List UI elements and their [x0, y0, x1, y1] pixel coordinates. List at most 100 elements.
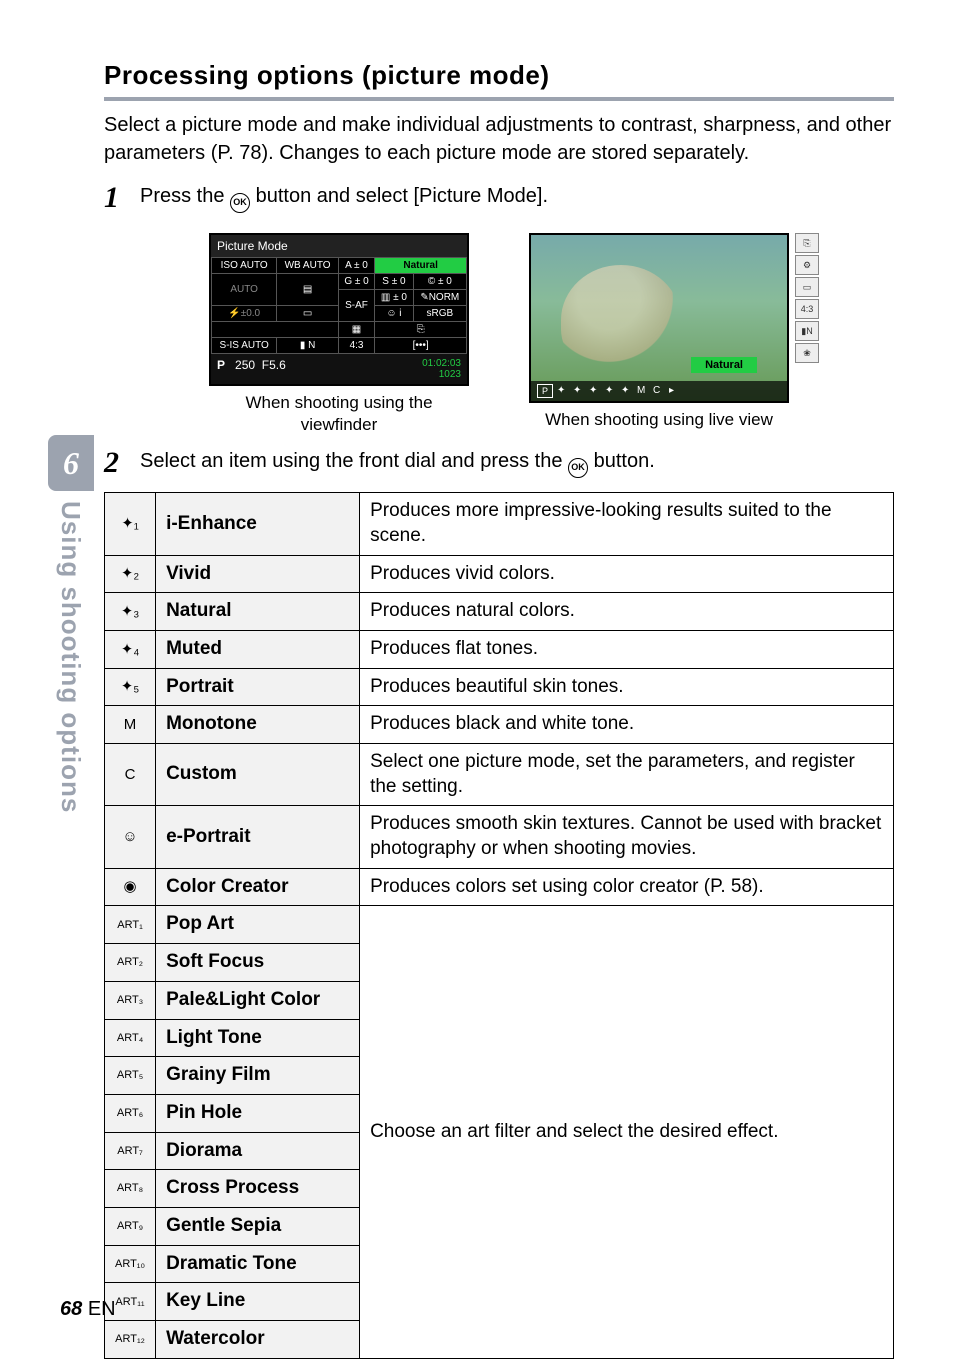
- page-footer: 68 EN: [60, 1298, 116, 1321]
- mode-icon: ✦₂: [105, 555, 156, 593]
- mode-name: Diorama: [156, 1132, 360, 1170]
- lcd-norm: ✎NORM: [413, 290, 466, 306]
- live-bottom-strip: P ✦ ✦ ✦ ✦ ✦ M C ▸: [531, 381, 787, 401]
- mode-name: Monotone: [156, 706, 360, 744]
- table-row: ✦₃NaturalProduces natural colors.: [105, 593, 894, 631]
- mode-icon: ART₄: [105, 1019, 156, 1057]
- mode-name: i-Enhance: [156, 493, 360, 555]
- table-row: MMonotoneProduces black and white tone.: [105, 706, 894, 744]
- art-desc: Choose an art filter and select the desi…: [360, 906, 894, 1358]
- mode-icon: ART₅: [105, 1057, 156, 1095]
- step-1: 1 Press the OK button and select [Pictur…: [104, 181, 894, 215]
- table-row: CCustomSelect one picture mode, set the …: [105, 744, 894, 806]
- mode-icon: C: [105, 744, 156, 806]
- mode-icon: ✦₅: [105, 668, 156, 706]
- lcd-c0: © ± 0: [413, 274, 466, 290]
- mode-name: e-Portrait: [156, 806, 360, 868]
- live-side-icon: ❀: [795, 343, 819, 363]
- lcd-dots: [•••]: [375, 338, 467, 354]
- mode-name: Watercolor: [156, 1321, 360, 1359]
- super-control-panel: Picture Mode ISO AUTO WB AUTO A ± 0 Natu…: [209, 233, 469, 386]
- live-pm-icon: C: [653, 385, 665, 397]
- lcd-flash-exp: ⚡±0.0: [212, 306, 277, 322]
- lcd-blank: [212, 322, 339, 338]
- mode-icon: ART₈: [105, 1170, 156, 1208]
- live-view-screen: Natural P ✦ ✦ ✦ ✦ ✦ M C ▸: [529, 233, 789, 403]
- mode-name: Portrait: [156, 668, 360, 706]
- live-pm-icon: ✦: [573, 385, 585, 397]
- live-pm-icon: ✦: [589, 385, 601, 397]
- lcd-hist: ▤: [277, 274, 338, 306]
- lcd-shots-remaining: 1023: [439, 369, 461, 380]
- page-heading: Processing options (picture mode): [104, 60, 894, 101]
- lcd-sis: S-IS AUTO: [212, 338, 277, 354]
- live-side-icon: ▮N: [795, 321, 819, 341]
- mode-icon: ART₁: [105, 906, 156, 944]
- step-text: Select an item using the front dial and …: [140, 446, 655, 478]
- lcd-selected-natural: Natural: [375, 258, 467, 274]
- table-row: ✦₅PortraitProduces beautiful skin tones.: [105, 668, 894, 706]
- side-rail: 6 Using shooting options: [48, 435, 94, 835]
- lcd-a0: A ± 0: [338, 258, 374, 274]
- mode-icon: ART₃: [105, 981, 156, 1019]
- step1-pre: Press the: [140, 185, 230, 207]
- lcd-ln: ▮ N: [277, 338, 338, 354]
- mode-name: Pin Hole: [156, 1094, 360, 1132]
- screenshots-row: Picture Mode ISO AUTO WB AUTO A ± 0 Natu…: [104, 233, 894, 436]
- mode-desc: Produces black and white tone.: [360, 706, 894, 744]
- lcd-grid: ISO AUTO WB AUTO A ± 0 Natural AUTO ▤ G …: [211, 257, 467, 354]
- intro-paragraph: Select a picture mode and make individua…: [104, 111, 894, 167]
- live-arrow-icon: ▸: [669, 385, 681, 397]
- live-side-icon: ⎘: [795, 233, 819, 253]
- mode-name: Pale&Light Color: [156, 981, 360, 1019]
- mode-name: Soft Focus: [156, 944, 360, 982]
- step-2: 2 Select an item using the front dial an…: [104, 446, 894, 480]
- mode-icon: ART₆: [105, 1094, 156, 1132]
- mode-icon: ART₉: [105, 1207, 156, 1245]
- mode-icon: ✦₁: [105, 493, 156, 555]
- lcd-status-bar: P 250 F5.6 01:02:031023: [211, 354, 467, 384]
- mode-name: Cross Process: [156, 1170, 360, 1208]
- liveview-caption: When shooting using live view: [545, 409, 773, 431]
- lcd-title: Picture Mode: [211, 235, 467, 257]
- lcd-autoflash: AUTO: [212, 274, 277, 306]
- step1-post: button and select [Picture Mode].: [250, 185, 548, 207]
- live-side-icon: ⚙: [795, 255, 819, 275]
- mode-icon: ☺: [105, 806, 156, 868]
- live-side-icon: 4:3: [795, 299, 819, 319]
- live-side-icon: ▭: [795, 277, 819, 297]
- viewfinder-caption: When shooting using the viewfinder: [219, 392, 459, 436]
- mode-name: Muted: [156, 630, 360, 668]
- mode-desc: Produces natural colors.: [360, 593, 894, 631]
- table-row: ART₁Pop ArtChoose an art filter and sele…: [105, 906, 894, 944]
- mode-name: Vivid: [156, 555, 360, 593]
- lcd-g0: G ± 0: [338, 274, 374, 290]
- lcd-mode-p: P: [217, 358, 225, 372]
- live-selected-label: Natural: [691, 357, 757, 373]
- mode-icon: ART₂: [105, 944, 156, 982]
- mode-desc: Produces more impressive-looking results…: [360, 493, 894, 555]
- mode-name: Dramatic Tone: [156, 1245, 360, 1283]
- ok-icon: OK: [230, 193, 250, 213]
- lcd-doc: ⎘: [375, 322, 467, 338]
- mode-desc: Produces smooth skin textures. Cannot be…: [360, 806, 894, 868]
- lcd-mf0: ▥ ± 0: [375, 290, 413, 306]
- table-row: ✦₁i-EnhanceProduces more impressive-look…: [105, 493, 894, 555]
- mode-name: Color Creator: [156, 868, 360, 906]
- lcd-grid-ic: ▦: [338, 322, 374, 338]
- step-number: 2: [104, 446, 140, 480]
- chapter-tab: 6: [48, 435, 94, 491]
- step2-post: button.: [588, 450, 655, 472]
- mode-desc: Produces colors set using color creator …: [360, 868, 894, 906]
- mode-icon: ◉: [105, 868, 156, 906]
- lcd-face: ☺ i: [375, 306, 413, 322]
- viewfinder-column: Picture Mode ISO AUTO WB AUTO A ± 0 Natu…: [209, 233, 469, 436]
- mode-desc: Produces beautiful skin tones.: [360, 668, 894, 706]
- live-pm-icon: M: [637, 385, 649, 397]
- mode-name: Grainy Film: [156, 1057, 360, 1095]
- live-pm-icon: ✦: [605, 385, 617, 397]
- lcd-srgb: sRGB: [413, 306, 466, 322]
- live-pm-icon: ✦: [557, 385, 569, 397]
- live-mode-p: P: [537, 384, 553, 398]
- lcd-rectime: 01:02:03: [422, 358, 461, 369]
